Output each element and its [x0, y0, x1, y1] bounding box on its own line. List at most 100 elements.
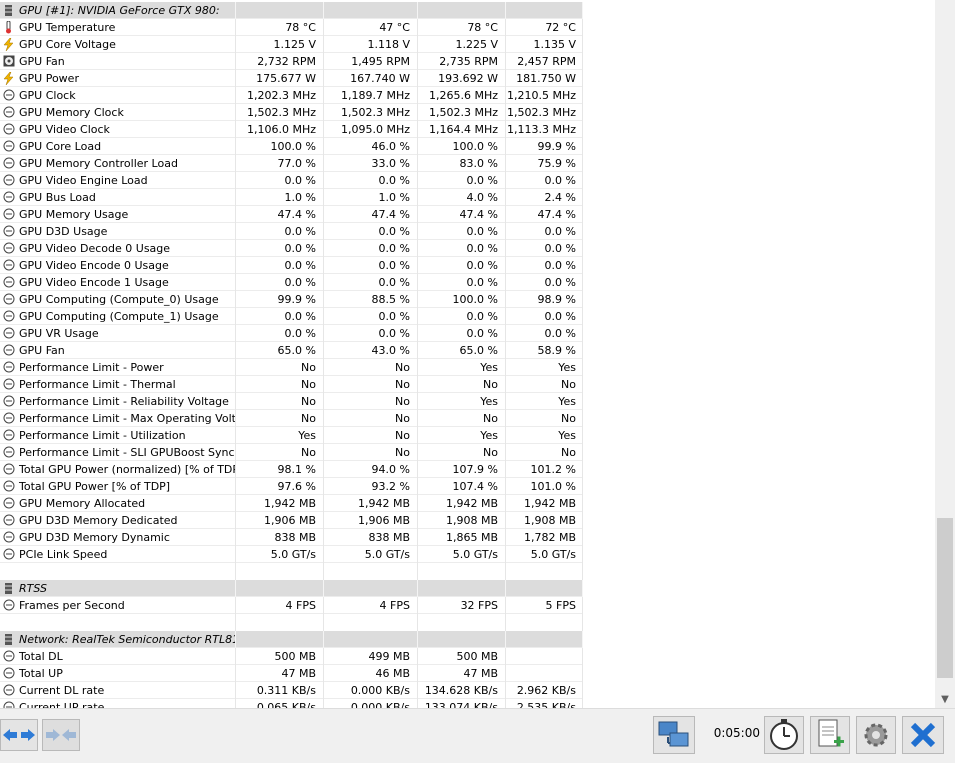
sensor-row[interactable]: Current UP rate 0.065 KB/s 0.000 KB/s 133.0… — [0, 698, 583, 708]
sensor-name-cell: PCIe Link Speed — [0, 545, 236, 563]
current-value-cell: 65.0 % — [236, 341, 324, 359]
chip-icon — [2, 582, 15, 595]
sensor-table[interactable]: GPU [#1]: NVIDIA GeForce GTX 980: GPU Tem… — [0, 0, 935, 708]
vertical-scrollbar[interactable]: ▼ — [935, 0, 955, 708]
sensor-label: GPU Temperature — [19, 20, 116, 34]
current-value-cell: 0.0 % — [236, 256, 324, 274]
maximum-value-cell: 1,502.3 MHz — [418, 103, 506, 121]
sensor-row[interactable]: GPU D3D Memory Dynamic 838 MB 838 MB 1,865 … — [0, 528, 583, 546]
sensor-name-cell: Performance Limit - Reliability Voltage — [0, 392, 236, 410]
scrollbar-thumb[interactable] — [937, 518, 953, 678]
sensor-row[interactable]: GPU D3D Usage 0.0 % 0.0 % 0.0 % 0.0 % — [0, 222, 583, 240]
sensor-row[interactable]: Performance Limit - Reliability Voltage N… — [0, 392, 583, 410]
clock-icon — [2, 446, 15, 459]
sensor-name-cell: Total GPU Power [% of TDP] — [0, 477, 236, 495]
sensor-row[interactable]: GPU Memory Clock 1,502.3 MHz 1,502.3 MHz 1,… — [0, 103, 583, 121]
sensor-row[interactable]: GPU Memory Allocated 1,942 MB 1,942 MB 1,94… — [0, 494, 583, 512]
nav-collapse-button[interactable] — [42, 719, 80, 751]
clock-icon — [2, 191, 15, 204]
clock-button[interactable] — [764, 716, 804, 754]
maximum-value-cell: 4.0 % — [418, 188, 506, 206]
sensor-row[interactable]: GPU Video Decode 0 Usage 0.0 % 0.0 % 0.0 % 0… — [0, 239, 583, 257]
network-button[interactable] — [653, 716, 695, 754]
minimum-value-cell: 94.0 % — [324, 460, 418, 478]
sensor-name-cell: GPU Video Engine Load — [0, 171, 236, 189]
sensor-row[interactable]: Frames per Second 4 FPS 4 FPS 32 FPS 5 FPS — [0, 596, 583, 614]
sensor-row[interactable]: GPU Memory Usage 47.4 % 47.4 % 47.4 % 47.4 % — [0, 205, 583, 223]
sensor-row[interactable]: GPU Computing (Compute_0) Usage 99.9 % 88.… — [0, 290, 583, 308]
sensor-name-cell: GPU Core Voltage — [0, 35, 236, 53]
sensor-row[interactable]: Total GPU Power (normalized) [% of TDP] 9… — [0, 460, 583, 478]
settings-button[interactable] — [856, 716, 896, 754]
sensor-label: GPU Memory Allocated — [19, 496, 146, 510]
sensor-row[interactable]: Performance Limit - Power No No Yes Yes — [0, 358, 583, 376]
minimum-value-cell: 167.740 W — [324, 69, 418, 87]
section-header-row[interactable]: GPU [#1]: NVIDIA GeForce GTX 980: — [0, 1, 583, 19]
sensor-label: GPU Memory Controller Load — [19, 156, 178, 170]
sensor-row[interactable]: GPU Computing (Compute_1) Usage 0.0 % 0.0 … — [0, 307, 583, 325]
sensor-row[interactable]: GPU Memory Controller Load 77.0 % 33.0 % 83… — [0, 154, 583, 172]
clock-icon — [2, 276, 15, 289]
scroll-down-arrow[interactable]: ▼ — [935, 690, 955, 708]
sensor-row[interactable]: Performance Limit - SLI GPUBoost Sync No N… — [0, 443, 583, 461]
sensor-row[interactable]: Performance Limit - Thermal No No No No — [0, 375, 583, 393]
add-log-button[interactable] — [810, 716, 850, 754]
sensor-row[interactable]: GPU D3D Memory Dedicated 1,906 MB 1,906 MB… — [0, 511, 583, 529]
section-header-row[interactable]: Network: RealTek Semiconductor RTL816... — [0, 630, 583, 648]
maximum-value-cell — [418, 562, 506, 580]
maximum-value-cell: 107.4 % — [418, 477, 506, 495]
sensor-label: Total UP — [19, 666, 63, 680]
sensor-row[interactable]: GPU Core Voltage 1.125 V 1.118 V 1.225 V 1.1… — [0, 35, 583, 53]
clock-icon — [2, 531, 15, 544]
current-value-cell: 0.0 % — [236, 273, 324, 291]
section-header-row[interactable]: RTSS — [0, 579, 583, 597]
chip-icon — [2, 4, 15, 17]
sensor-row[interactable]: GPU Video Encode 1 Usage 0.0 % 0.0 % 0.0 % 0… — [0, 273, 583, 291]
sensor-label: GPU Bus Load — [19, 190, 96, 204]
average-value-cell: 2.535 KB/s — [506, 698, 583, 708]
average-value-cell: 47.4 % — [506, 205, 583, 223]
sensor-row[interactable]: Total GPU Power [% of TDP] 97.6 % 93.2 % 10… — [0, 477, 583, 495]
minimum-value-cell: 1,942 MB — [324, 494, 418, 512]
clock-icon — [2, 106, 15, 119]
sensor-row[interactable]: Performance Limit - Max Operating Voltag… — [0, 409, 583, 427]
sensor-row[interactable]: GPU VR Usage 0.0 % 0.0 % 0.0 % 0.0 % — [0, 324, 583, 342]
current-value-cell: No — [236, 409, 324, 427]
clock-icon — [2, 395, 15, 408]
sensor-row[interactable]: GPU Bus Load 1.0 % 1.0 % 4.0 % 2.4 % — [0, 188, 583, 206]
sensor-row[interactable]: PCIe Link Speed 5.0 GT/s 5.0 GT/s 5.0 GT/s 5… — [0, 545, 583, 563]
sensor-name-cell: GPU Video Decode 0 Usage — [0, 239, 236, 257]
sensor-name-cell: GPU Video Encode 1 Usage — [0, 273, 236, 291]
nav-expand-button[interactable] — [0, 719, 38, 751]
minimum-value-cell: 1,095.0 MHz — [324, 120, 418, 138]
sensor-row[interactable]: GPU Video Encode 0 Usage 0.0 % 0.0 % 0.0 % 0… — [0, 256, 583, 274]
average-value-cell: 1,942 MB — [506, 494, 583, 512]
minimum-value-cell: 0.0 % — [324, 273, 418, 291]
sensor-name-cell: Total UP — [0, 664, 236, 682]
sensor-row[interactable]: Total UP 47 MB 46 MB 47 MB — [0, 664, 583, 682]
current-value-cell: 4 FPS — [236, 596, 324, 614]
close-button[interactable] — [902, 716, 944, 754]
current-value-cell: Yes — [236, 426, 324, 444]
average-value-cell: 72 °C — [506, 18, 583, 36]
sensor-row[interactable]: Performance Limit - Utilization Yes No Yes Y… — [0, 426, 583, 444]
current-value-cell: 98.1 % — [236, 460, 324, 478]
minimum-value-cell: No — [324, 375, 418, 393]
sensor-row[interactable]: GPU Fan 2,732 RPM 1,495 RPM 2,735 RPM 2,457 … — [0, 52, 583, 70]
sensor-row[interactable]: GPU Temperature 78 °C 47 °C 78 °C 72 °C — [0, 18, 583, 36]
sensor-row[interactable]: Current DL rate 0.311 KB/s 0.000 KB/s 134.6… — [0, 681, 583, 699]
sensor-row[interactable]: GPU Power 175.677 W 167.740 W 193.692 W 181.… — [0, 69, 583, 87]
sensor-row[interactable]: Total DL 500 MB 499 MB 500 MB — [0, 647, 583, 665]
sensor-row[interactable]: GPU Clock 1,202.3 MHz 1,189.7 MHz 1,265.6 M… — [0, 86, 583, 104]
sensor-row[interactable]: GPU Fan 65.0 % 43.0 % 65.0 % 58.9 % — [0, 341, 583, 359]
sensor-row[interactable]: GPU Video Clock 1,106.0 MHz 1,095.0 MHz 1,1… — [0, 120, 583, 138]
sensor-row[interactable]: GPU Video Engine Load 0.0 % 0.0 % 0.0 % 0.0 … — [0, 171, 583, 189]
maximum-value-cell — [418, 630, 506, 648]
clock-icon — [2, 480, 15, 493]
timer-display: 0:05:00 — [713, 726, 760, 740]
maximum-value-cell — [418, 613, 506, 631]
clock-icon — [2, 344, 15, 357]
minimum-value-cell — [324, 630, 418, 648]
lightning-icon — [2, 71, 15, 85]
sensor-row[interactable]: GPU Core Load 100.0 % 46.0 % 100.0 % 99.9 % — [0, 137, 583, 155]
